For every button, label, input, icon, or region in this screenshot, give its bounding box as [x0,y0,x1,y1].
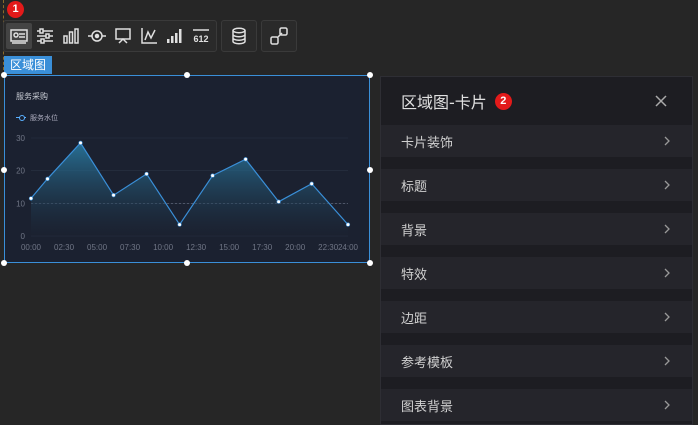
x-tick-label: 17:30 [252,243,273,252]
panel-header: 区域图-卡片 2 [381,77,692,125]
image-chart-icon[interactable] [6,23,32,49]
panel-row-label: 边距 [401,311,428,327]
resize-handle-nw[interactable] [1,72,7,78]
data-point [210,173,215,178]
x-tick-label: 22:30 [318,243,339,252]
bar-chart-icon[interactable] [58,23,84,49]
data-point [78,140,83,145]
data-point [177,222,182,227]
data-point [309,181,314,186]
panel-row-label: 特效 [401,267,428,283]
panel-row-chart-background[interactable]: 图表背景 [381,389,692,421]
chevron-right-icon [664,268,670,278]
target-icon[interactable] [84,23,110,49]
number-icon[interactable]: 612 [188,23,214,49]
panel-row-label: 参考模板 [401,355,454,371]
resize-handle-ne[interactable] [367,72,373,78]
y-tick-label: 30 [16,134,25,143]
panel-row-label: 图表背景 [401,399,454,415]
chevron-right-icon [664,312,670,322]
x-tick-label: 10:00 [153,243,174,252]
resize-handle-e[interactable] [367,167,373,173]
x-tick-label: 12:30 [186,243,207,252]
panel-row-label: 标题 [401,179,428,195]
resize-handle-n[interactable] [184,72,190,78]
toolbar: 612 [3,20,297,52]
x-tick-label: 00:00 [21,243,42,252]
area-chart: 0 10 20 30 00:00 02:30 05:00 07:30 10:00 12:30 15:… [16,134,359,252]
y-tick-label: 10 [16,199,25,208]
data-point [243,157,248,162]
chevron-right-icon [664,356,670,366]
flag-icon[interactable] [110,23,136,49]
axis-icon[interactable] [136,23,162,49]
x-tick-label: 05:00 [87,243,108,252]
svg-text:612: 612 [193,34,208,44]
toolbar-group-chart: 612 [3,20,217,52]
panel-row-padding[interactable]: 边距 [381,301,692,333]
data-point [276,199,281,204]
x-tick-label: 07:30 [120,243,141,252]
chevron-right-icon [664,400,670,410]
panel-row-reference-template[interactable]: 参考模板 [381,345,692,377]
panel-title: 区域图-卡片 [401,93,487,112]
toolbar-group-data [221,20,257,52]
resize-handle-se[interactable] [367,260,373,266]
close-icon[interactable] [652,92,670,110]
y-tick-label: 0 [21,232,26,241]
component-label: 区域图 [4,56,53,74]
y-tick-label: 20 [16,167,25,176]
data-point [45,176,50,181]
toolbar-group-link [261,20,297,52]
panel-row-effects[interactable]: 特效 [381,257,692,289]
panel-row-background[interactable]: 背景 [381,213,692,245]
chevron-right-icon [664,180,670,190]
property-panel: 区域图-卡片 2 卡片装饰标题背景特效边距参考模板图表背景 [380,76,693,425]
x-tick-label: 02:30 [54,243,75,252]
data-point [111,193,116,198]
resize-handle-sw[interactable] [1,260,7,266]
chevron-right-icon [664,224,670,234]
x-tick-label: 15:00 [219,243,240,252]
panel-row-label: 卡片装饰 [401,135,454,151]
signal-bars-icon[interactable] [162,23,188,49]
panel-row-label: 背景 [401,223,428,239]
area-chart-widget[interactable]: 服务采购 服务水位 0 10 20 30 00:00 02:30 05:00 07:30 10:… [1,72,373,266]
data-point [345,222,351,227]
panel-row-title[interactable]: 标题 [381,169,692,201]
panel-rows: 卡片装饰标题背景特效边距参考模板图表背景 [381,125,692,421]
data-point [144,171,149,177]
link-icon[interactable] [264,23,294,49]
step-badge-2: 2 [494,92,512,110]
x-tick-label: 20:00 [285,243,306,252]
chevron-right-icon [664,136,670,146]
x-tick-label: 24:00 [338,243,359,252]
database-icon[interactable] [224,23,254,49]
step-badge-1: 1 [7,1,24,18]
resize-handle-s[interactable] [184,260,190,266]
resize-handle-w[interactable] [1,167,7,173]
data-point [28,196,34,201]
sliders-icon[interactable] [32,23,58,49]
panel-row-card-decoration[interactable]: 卡片装饰 [381,125,692,157]
